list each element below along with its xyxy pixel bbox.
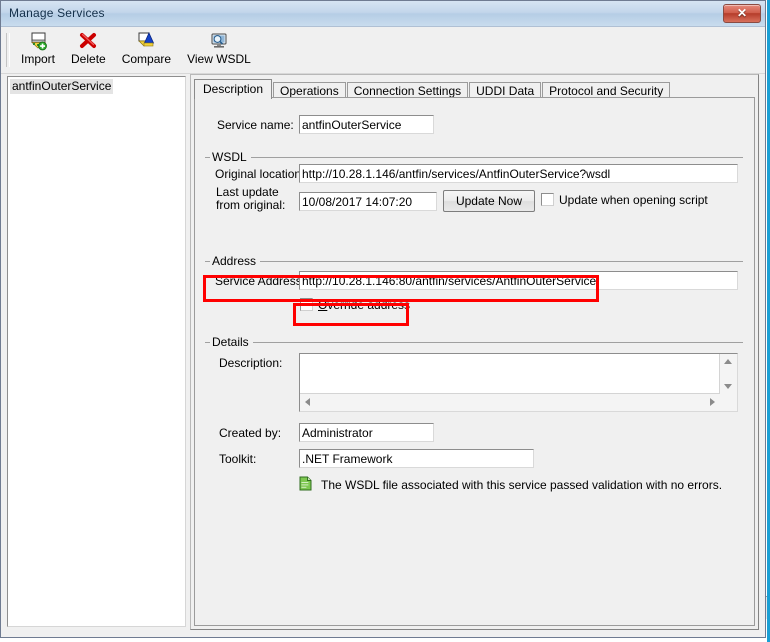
created-by-label: Created by:: [219, 426, 282, 440]
description-horizontal-scrollbar[interactable]: [300, 393, 720, 411]
service-name-label: Service name:: [217, 118, 294, 132]
delete-label: Delete: [71, 52, 106, 66]
toolkit-row: Toolkit:: [219, 452, 256, 466]
view-wsdl-monitor-icon: [208, 31, 230, 51]
update-now-button[interactable]: Update Now: [443, 190, 535, 212]
update-on-open-row[interactable]: Update when opening script: [541, 193, 708, 207]
description-label: Description:: [219, 356, 283, 370]
override-address-checkbox[interactable]: [300, 298, 313, 311]
compare-icon: [135, 31, 157, 51]
update-on-open-label: Update when opening script: [559, 193, 708, 207]
active-tab-join: [195, 97, 269, 99]
last-update-input[interactable]: 10/08/2017 14:07:20: [299, 192, 437, 211]
scroll-left-icon[interactable]: [305, 398, 310, 406]
address-group-title: Address: [210, 254, 261, 268]
override-address-accel: O: [318, 298, 328, 312]
close-button[interactable]: ✕: [723, 4, 761, 23]
created-by-input[interactable]: Administrator: [299, 423, 434, 442]
green-document-icon: [299, 476, 312, 494]
description-row: Description:: [219, 356, 282, 370]
description-textarea[interactable]: [299, 353, 738, 412]
override-address-rest: verride address: [327, 298, 411, 312]
service-address-row: Service Address:: [215, 274, 305, 288]
scroll-up-icon[interactable]: [724, 359, 732, 364]
compare-label: Compare: [121, 52, 172, 66]
created-by-row: Created by:: [219, 426, 281, 440]
view-wsdl-label: View WSDL: [187, 52, 251, 66]
scrollbar-corner: [720, 394, 737, 411]
tab-strip: Description Operations Connection Settin…: [194, 79, 671, 99]
window-title: Manage Services: [9, 6, 105, 20]
title-bar: Manage Services ✕: [1, 1, 765, 27]
description-tab-page: Service name: antfinOuterService WSDL Or…: [194, 97, 755, 626]
compare-button[interactable]: Compare: [114, 29, 179, 66]
override-address-label: Override address: [318, 298, 410, 312]
import-label: Import: [21, 52, 56, 66]
scroll-down-icon[interactable]: [724, 384, 732, 389]
body-area: antfinOuterService Description Operation…: [1, 74, 765, 637]
wsdl-group-title: WSDL: [210, 150, 251, 164]
toolbar-grip[interactable]: [6, 33, 10, 67]
services-list[interactable]: antfinOuterService: [7, 76, 186, 627]
details-group-line: [205, 342, 743, 343]
service-address-label: Service Address:: [215, 274, 306, 288]
close-icon: ✕: [736, 6, 748, 20]
description-vertical-scrollbar[interactable]: [719, 354, 737, 394]
import-monitor-icon: [27, 31, 49, 51]
import-button[interactable]: Import: [13, 29, 63, 66]
screen: E F ] . e ] \ H 8 \ S H \ H > S e H Mana…: [0, 0, 770, 642]
scroll-right-icon[interactable]: [710, 398, 715, 406]
tab-description[interactable]: Description: [194, 79, 273, 99]
last-update-label-line2: from original:: [216, 198, 286, 212]
override-address-row[interactable]: Override address: [300, 298, 410, 312]
details-group-title: Details: [210, 335, 253, 349]
service-name-row: Service name:: [217, 118, 294, 132]
validation-row: The WSDL file associated with this servi…: [299, 476, 722, 494]
red-x-icon: [77, 31, 99, 51]
manage-services-window: Manage Services ✕ Import Delete Compare …: [0, 0, 766, 638]
wsdl-group-line: [205, 157, 743, 158]
service-name-input[interactable]: antfinOuterService: [299, 115, 434, 134]
original-location-input[interactable]: http://10.28.1.146/antfin/services/Antfi…: [299, 164, 738, 183]
toolkit-label: Toolkit:: [219, 452, 257, 466]
toolkit-input[interactable]: .NET Framework: [299, 449, 534, 468]
original-location-label: Original location:: [215, 167, 305, 181]
original-location-row: Original location:: [215, 167, 304, 181]
delete-button[interactable]: Delete: [63, 29, 114, 66]
last-update-label: Last update from original:: [216, 186, 285, 212]
validation-message: The WSDL file associated with this servi…: [321, 478, 723, 492]
service-address-input[interactable]: http://10.28.1.146:80/antfin/services/An…: [299, 271, 738, 290]
address-group-line: [205, 261, 743, 262]
update-on-open-checkbox[interactable]: [541, 193, 554, 206]
view-wsdl-button[interactable]: View WSDL: [179, 29, 259, 66]
toolbar: Import Delete Compare View WSDL: [1, 27, 765, 74]
list-item[interactable]: antfinOuterService: [10, 79, 114, 94]
details-panel: Description Operations Connection Settin…: [190, 74, 759, 630]
